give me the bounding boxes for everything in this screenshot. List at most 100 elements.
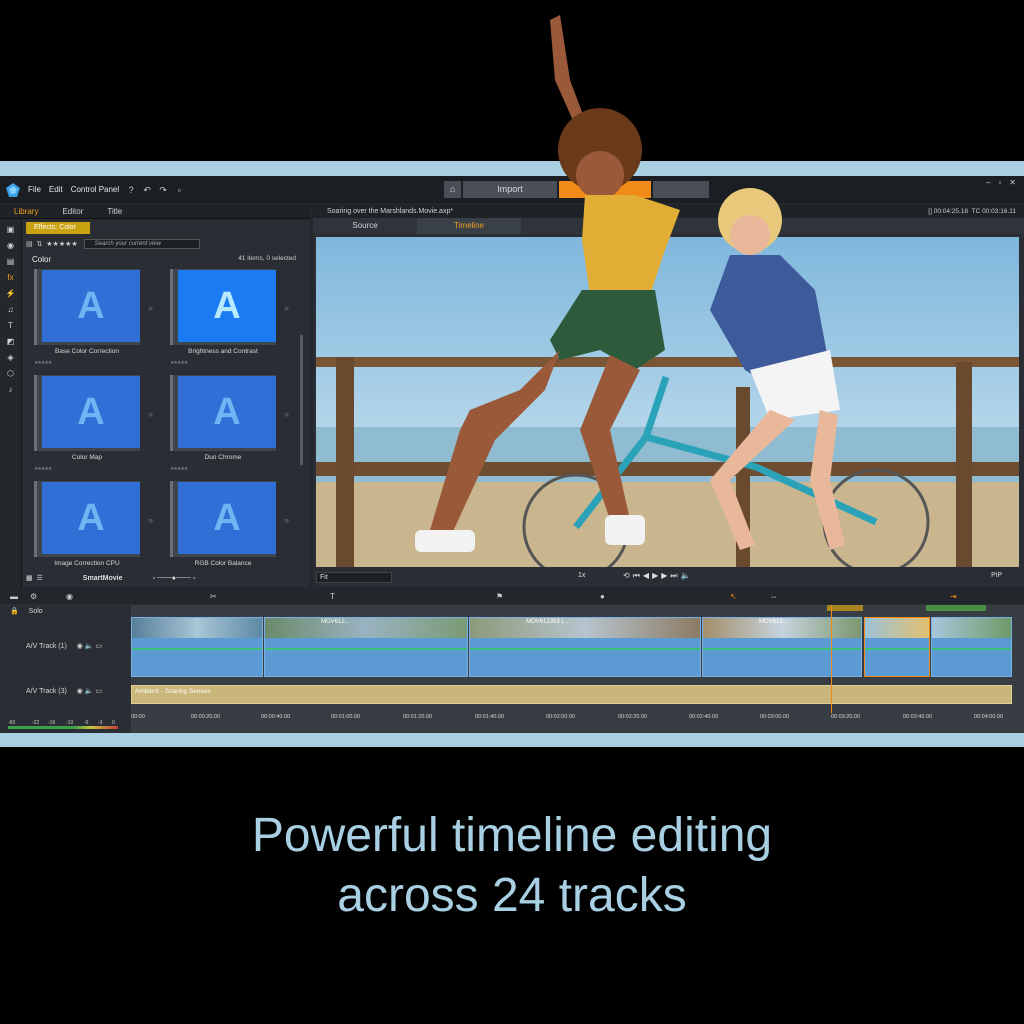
razor-icon[interactable]: ✂ (210, 592, 217, 601)
tab-library[interactable]: Library (14, 207, 38, 216)
track-headers: 🔒 Solo A/V Track (1) ◉ 🔈 ▭ A/V Track (3)… (0, 605, 131, 733)
title-icon[interactable]: T (6, 321, 16, 331)
zoom-slider[interactable]: ▫ ───●─── ▫ (152, 575, 195, 582)
timecode-display: [] 00:04:25.18 TC 00:03:16.11 (928, 208, 1016, 215)
step-back-icon[interactable]: ◀ (643, 571, 652, 580)
collection-icon[interactable]: ▤ (6, 257, 16, 267)
effect-tile[interactable]: A Base Color Correction ★★★★★ (34, 269, 140, 379)
loop-icon[interactable]: ⟲ (623, 571, 633, 580)
audio-clip[interactable]: Ambient - Soaring Senses (131, 685, 1012, 704)
folder-icon[interactable]: ▤ (26, 240, 33, 248)
play-icon[interactable]: ▶ (652, 571, 661, 580)
tagline-line-2: across 24 tracks (337, 869, 687, 922)
rating[interactable]: ★★★★★ (34, 360, 52, 366)
stars-filter[interactable]: ★★★★★ (46, 240, 77, 248)
record-icon[interactable]: ◉ (66, 592, 73, 601)
timeline-toolbar: ▬ ⚙ ◉ ✂ T ⚑ ● ↖ ⇔ ⇥ (0, 590, 1024, 604)
layers-icon[interactable]: ◈ (6, 353, 16, 363)
effects-icon[interactable]: fx (6, 273, 16, 283)
pip-button[interactable]: PiP (991, 572, 1002, 579)
go-end-icon[interactable]: ⏭ (670, 571, 680, 580)
visibility-icon[interactable]: ◉ 🔈 ▭ (69, 688, 102, 695)
fit-icon[interactable]: ⇔ (770, 592, 778, 601)
sort-icon[interactable]: ⇅ (37, 240, 43, 248)
video-clip-selected[interactable] (864, 617, 930, 677)
transitions-icon[interactable]: ⚡ (6, 289, 16, 299)
video-clip[interactable]: MOV612353 (... (469, 617, 701, 677)
solo-label[interactable]: Solo (21, 608, 43, 615)
tab-source[interactable]: Source (313, 218, 417, 234)
effect-name: Image Correction CPU (54, 560, 120, 567)
audio-meter: -60 -22 -16 -10 -6 -3 0 (8, 720, 118, 730)
cursor-icon[interactable]: ↖ (730, 592, 737, 601)
redo-icon[interactable]: ↷ (158, 185, 168, 195)
tab-editor[interactable]: Editor (62, 207, 83, 216)
people-on-bicycle-image (415, 15, 845, 552)
render-marker (926, 605, 986, 611)
rating[interactable]: ★★★★★ (34, 466, 52, 472)
video-clip[interactable]: MOV612... (264, 617, 468, 677)
menu-edit[interactable]: Edit (49, 185, 63, 194)
close-icon[interactable]: ✕ (1009, 178, 1016, 187)
playhead-marker[interactable] (827, 605, 863, 611)
effect-name: Color Map (72, 454, 102, 461)
section-title[interactable]: Color (32, 255, 51, 264)
sound-icon[interactable]: ♫ (6, 305, 16, 315)
window-controls: – ▫ ✕ (978, 178, 1016, 187)
restore-icon[interactable]: ▫ (998, 178, 1001, 187)
grid-view-icon[interactable]: ▦ (26, 574, 33, 582)
text-tool-icon[interactable]: T (330, 592, 335, 601)
track-header[interactable]: A/V Track (3) ◉ 🔈 ▭ (0, 687, 131, 695)
smartmovie-button[interactable]: SmartMovie (83, 575, 123, 582)
volume-icon[interactable]: 🔈 (681, 571, 694, 580)
search-input[interactable]: Search your current view (83, 239, 200, 249)
track-name: A/V Track (3) (26, 688, 67, 695)
tab-title[interactable]: Title (107, 207, 122, 216)
go-start-icon[interactable]: ⏮ (633, 571, 643, 580)
montage-icon[interactable]: ◩ (6, 337, 16, 347)
fit-dropdown[interactable]: Fit (316, 572, 392, 583)
app-logo-icon (6, 182, 20, 197)
timeline-panel: ▬ ⚙ ◉ ✂ T ⚑ ● ↖ ⇔ ⇥ 🔒 Solo A/V Track (1)… (0, 590, 1024, 733)
effect-name: Duo Chrome (204, 454, 242, 461)
effect-name: Base Color Correction (55, 348, 119, 355)
video-clip[interactable]: MOV612... (702, 617, 862, 677)
project-icon[interactable]: ◉ (6, 241, 16, 251)
lock-icon[interactable]: 🔒 (0, 608, 19, 615)
playback-rate[interactable]: 1x (578, 572, 585, 579)
track-name: A/V Track (1) (26, 643, 67, 650)
media-icon[interactable]: ▣ (6, 225, 16, 235)
rating[interactable]: ★★★★★ (170, 360, 188, 366)
visibility-icon[interactable]: ◉ 🔈 ▭ (69, 643, 102, 650)
library-scrollbar[interactable] (300, 335, 303, 465)
step-forward-icon[interactable]: ▶ (661, 571, 670, 580)
minimize-icon[interactable]: – (986, 178, 990, 187)
video-clip[interactable] (931, 617, 1012, 677)
time-ruler[interactable]: 00:00 00:00:20.00 00:00:40.00 00:01:00.0… (131, 711, 1024, 725)
effect-tile[interactable]: A Color Map ★★★★★ (34, 375, 140, 485)
list-view-icon[interactable]: ☰ (37, 574, 43, 582)
tagline: Powerful timeline editing across 24 trac… (0, 806, 1024, 926)
chevron-right-icon: » (284, 515, 290, 525)
disc-menu-icon[interactable]: ⬡ (6, 369, 16, 379)
playhead[interactable] (831, 605, 832, 713)
mic-icon[interactable]: ● (600, 592, 605, 601)
rating[interactable]: ★★★★★ (170, 466, 188, 472)
menu-control-panel[interactable]: Control Panel (71, 185, 119, 194)
menu-file[interactable]: File (28, 185, 41, 194)
effect-tile[interactable]: A Brightness and Contrast ★★★★★ (170, 269, 276, 379)
save-icon[interactable]: ▫ (174, 185, 184, 195)
effect-tile[interactable]: A Duo Chrome ★★★★★ (170, 375, 276, 485)
tagline-line-1: Powerful timeline editing (251, 809, 773, 862)
marker-icon[interactable]: ⚑ (496, 592, 503, 601)
settings-icon[interactable]: ⚙ (30, 592, 37, 601)
help-icon[interactable]: ? (126, 185, 136, 195)
section-header: Color 41 items, 0 selected (32, 255, 296, 264)
track-header[interactable]: A/V Track (1) ◉ 🔈 ▭ (0, 642, 131, 650)
snap-icon[interactable]: ⇥ (950, 592, 957, 601)
video-clip[interactable] (131, 617, 263, 677)
soundtrack-icon[interactable]: ♪ (6, 385, 16, 395)
undo-icon[interactable]: ↶ (142, 185, 152, 195)
category-label[interactable]: Effects: Color (26, 222, 90, 234)
track-settings-icon[interactable]: ▬ (10, 592, 18, 601)
